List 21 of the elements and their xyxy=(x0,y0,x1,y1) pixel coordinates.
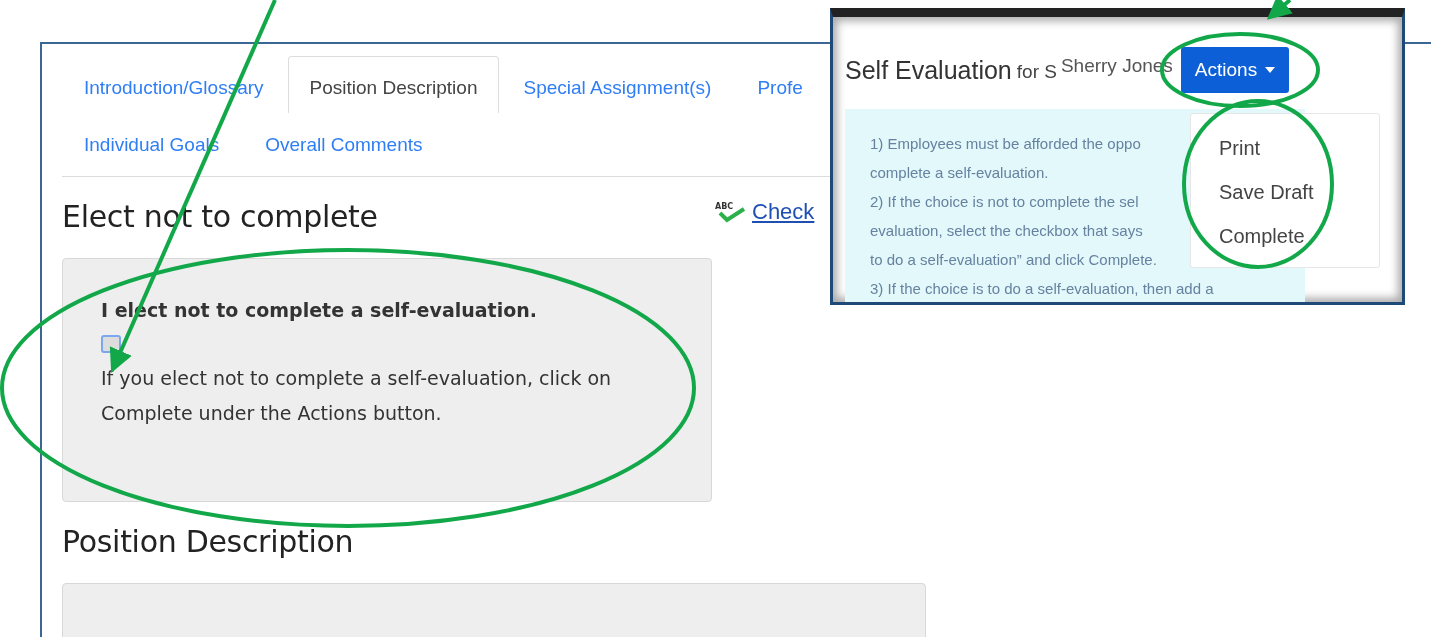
tab[interactable]: Overall Comments xyxy=(243,113,445,176)
instruction-line: 2) If the choice is not to complete the sel xyxy=(870,192,1139,212)
annotation-arrow xyxy=(1266,0,1293,20)
instruction-line: evaluation, select the checkbox that says xyxy=(870,221,1143,241)
tab[interactable]: Special Assignment(s) xyxy=(501,56,734,113)
page-title: Self Evaluation xyxy=(845,55,1012,85)
tab[interactable]: Position Description xyxy=(287,56,500,113)
section-heading: Position Description xyxy=(62,524,354,559)
instruction-line: 1) Employees must be afforded the oppo xyxy=(870,134,1141,154)
title-suffix: for S xyxy=(1016,61,1057,83)
instruction-text: If you elect not to complete a self-evaluation, click on Complete under the Actions button. xyxy=(101,366,613,426)
instruction-line: 3) If the choice is to do a self-evaluation, then add a xyxy=(870,279,1214,299)
caret-icon xyxy=(1265,67,1276,73)
tab[interactable]: Profe xyxy=(735,56,825,113)
menu-item[interactable]: Save Draft xyxy=(1191,170,1379,214)
instruction-line: complete a self-evaluation. xyxy=(870,163,1049,183)
instruction-line: to do a self-evaluation” and click Complete. xyxy=(870,250,1157,270)
spell-check-link[interactable]: Check xyxy=(752,199,815,225)
menu-item[interactable]: Complete xyxy=(1191,214,1379,258)
menu-item[interactable]: Print xyxy=(1191,126,1379,170)
actions-button[interactable]: Actions xyxy=(1180,47,1290,93)
